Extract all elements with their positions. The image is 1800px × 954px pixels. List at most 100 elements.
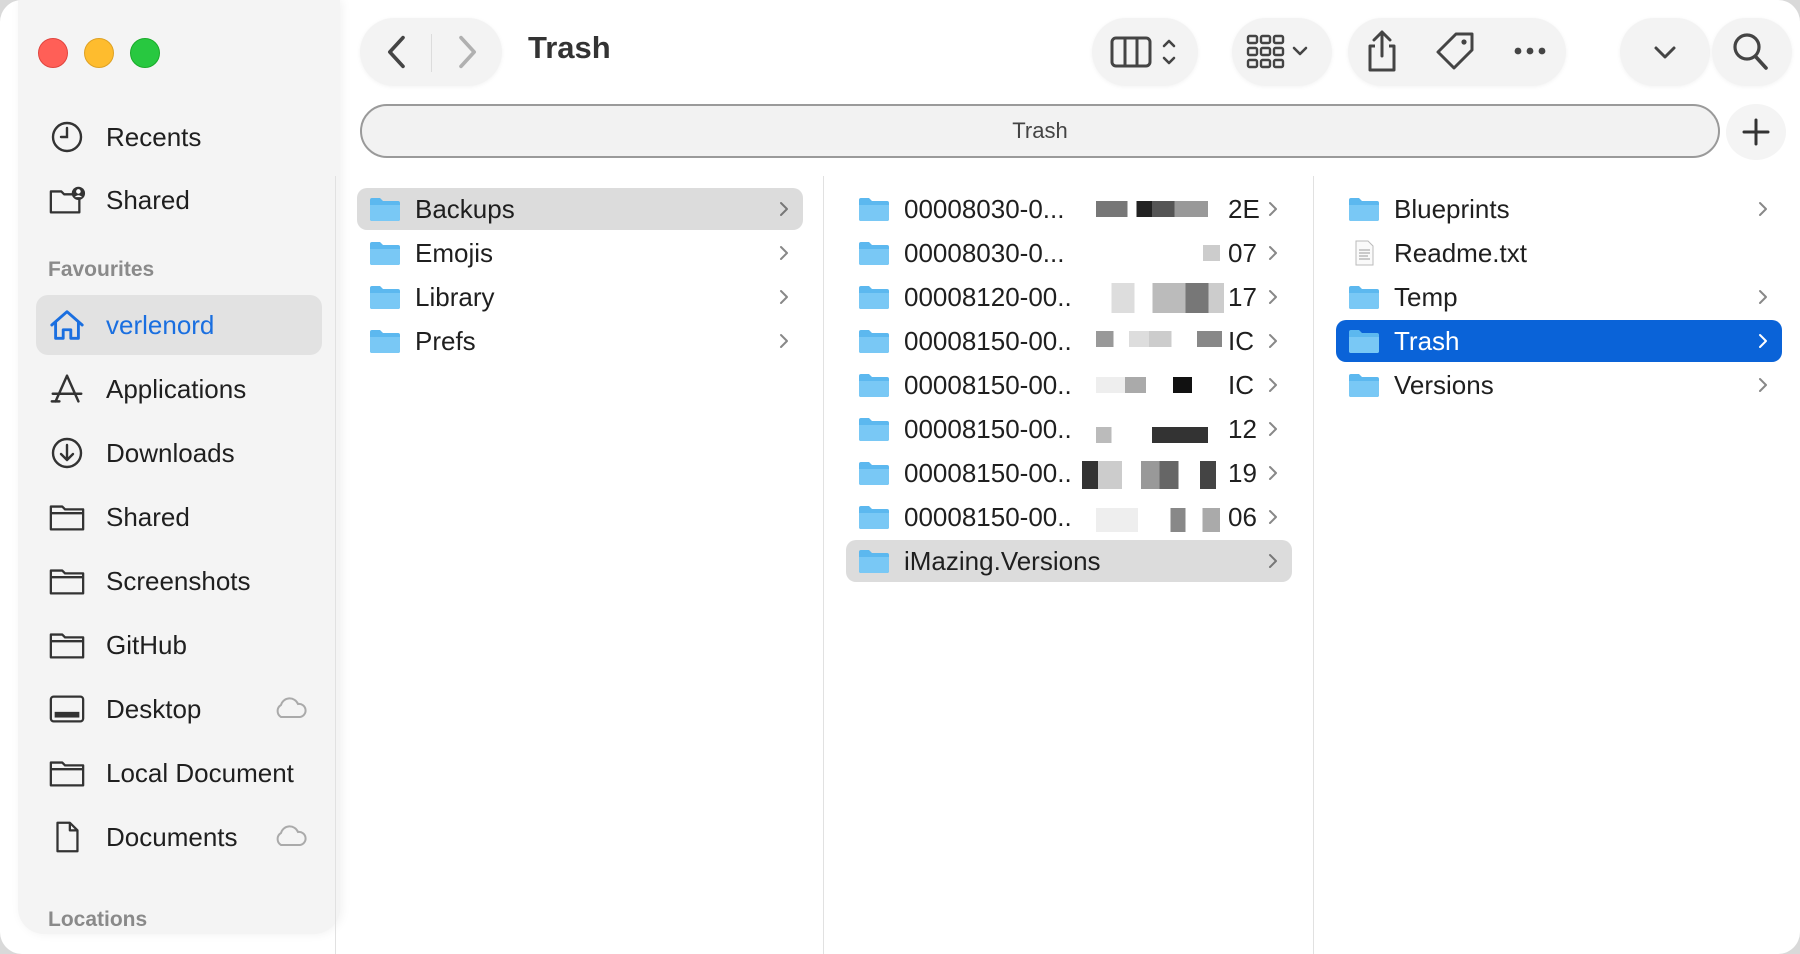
sidebar-item-shared-folder[interactable]: Shared — [36, 487, 322, 547]
list-item-label: 00008150-00.. — [904, 457, 1072, 488]
chevron-right-icon — [1759, 334, 1767, 348]
sidebar-item-documents[interactable]: Documents — [36, 807, 322, 867]
document-icon — [46, 819, 88, 855]
chevron-right-icon — [780, 202, 788, 216]
folder-icon — [859, 198, 889, 221]
folder-icon — [1349, 198, 1379, 221]
list-item-label: Versions — [1394, 369, 1494, 400]
list-item-label: Backups — [415, 193, 515, 224]
redacted-suffix: 12 — [1228, 414, 1257, 444]
sidebar-item-shared[interactable]: Shared — [36, 170, 322, 230]
list-item-device-backup[interactable]: 00008120-00.. — [846, 276, 1292, 318]
add-tab-button[interactable] — [1726, 104, 1786, 160]
group-by-button[interactable] — [1244, 32, 1320, 72]
forward-button[interactable] — [450, 34, 484, 70]
folder-icon — [859, 242, 889, 265]
folder-icon — [370, 242, 400, 265]
folder-icon — [859, 374, 889, 397]
sidebar-item-github[interactable]: GitHub — [36, 615, 322, 675]
list-item-label: Blueprints — [1394, 193, 1510, 224]
grid-icon — [1246, 34, 1308, 69]
folder-icon — [46, 563, 88, 599]
sidebar-item-recents[interactable]: Recents — [36, 107, 322, 167]
finder-window: Recents Shared Favourites verlenord Appl… — [0, 0, 1800, 954]
window-title: Trash — [528, 30, 611, 65]
list-item-readme[interactable]: Readme.txt — [1336, 232, 1782, 274]
list-item-label: Emojis — [415, 237, 494, 268]
list-item-label: Library — [415, 281, 495, 312]
minimize-window-button[interactable] — [84, 38, 114, 68]
list-item-label: 00008150-00.. — [904, 501, 1072, 532]
column-divider — [335, 176, 336, 954]
list-item-temp[interactable]: Temp — [1336, 276, 1782, 318]
folder-icon — [370, 330, 400, 353]
chevron-right-icon — [1269, 290, 1277, 304]
sidebar-item-local-document[interactable]: Local Document — [36, 743, 322, 803]
redacted-suffix: IC — [1228, 370, 1254, 400]
list-item-device-backup[interactable]: 00008030-0... — [846, 232, 1292, 274]
sidebar-item-label: GitHub — [106, 629, 187, 660]
chevron-right-icon — [1269, 202, 1277, 216]
folder-icon — [1349, 374, 1379, 397]
icloud-icon — [272, 823, 308, 849]
list-item-library[interactable]: Library — [357, 276, 803, 318]
sidebar-item-verlenord[interactable]: verlenord — [36, 295, 322, 355]
sidebar-item-downloads[interactable]: Downloads — [36, 423, 322, 483]
redacted-suffix: 06 — [1228, 502, 1257, 532]
chevron-right-icon — [1269, 466, 1277, 480]
close-window-button[interactable] — [38, 38, 68, 68]
list-item-prefs[interactable]: Prefs — [357, 320, 803, 362]
folder-icon — [1349, 330, 1379, 353]
list-item-versions[interactable]: Versions — [1336, 364, 1782, 406]
sidebar: Recents Shared Favourites verlenord Appl… — [18, 0, 340, 934]
list-item-backups[interactable]: Backups — [357, 188, 803, 230]
list-item-device-backup[interactable]: 00008150-00.. — [846, 320, 1292, 362]
back-button[interactable] — [380, 34, 414, 70]
sidebar-item-applications[interactable]: Applications — [36, 359, 322, 419]
home-icon — [46, 307, 88, 343]
sidebar-item-screenshots[interactable]: Screenshots — [36, 551, 322, 611]
path-bar[interactable]: Trash — [360, 104, 1720, 158]
chevron-right-icon — [1759, 378, 1767, 392]
list-item-imazing-versions[interactable]: iMazing.Versions — [846, 540, 1292, 582]
list-item-trash[interactable]: Trash — [1336, 320, 1782, 362]
list-item-label: iMazing.Versions — [904, 545, 1101, 576]
chevron-right-icon — [780, 290, 788, 304]
redacted-suffix: 19 — [1228, 458, 1257, 488]
column-view-button[interactable] — [1108, 32, 1184, 72]
favourites-heading: Favourites — [48, 258, 155, 281]
redacted-suffix: 17 — [1228, 282, 1257, 312]
column-divider — [1313, 176, 1314, 954]
shared-folder-icon — [46, 182, 88, 218]
applications-icon — [46, 371, 88, 407]
search-button[interactable] — [1730, 30, 1770, 72]
sidebar-item-label: Shared — [106, 184, 190, 215]
redacted-suffix: 07 — [1228, 238, 1257, 268]
list-item-device-backup[interactable]: 00008150-00.. — [846, 452, 1292, 494]
share-button[interactable] — [1362, 28, 1402, 74]
zoom-window-button[interactable] — [130, 38, 160, 68]
sidebar-item-label: Applications — [106, 373, 247, 404]
folder-icon — [859, 506, 889, 529]
list-item-device-backup[interactable]: 00008150-00.. — [846, 496, 1292, 538]
list-item-blueprints[interactable]: Blueprints — [1336, 188, 1782, 230]
redacted-suffix: IC — [1228, 326, 1254, 356]
list-item-label: 00008150-00.. — [904, 413, 1072, 444]
list-item-device-backup[interactable]: 00008030-0... — [846, 188, 1292, 230]
locations-heading: Locations — [48, 908, 148, 931]
sidebar-item-desktop[interactable]: Desktop — [36, 679, 322, 739]
view-options-dropdown[interactable] — [1650, 38, 1680, 66]
list-item-label: Trash — [1394, 325, 1460, 356]
list-item-label: Prefs — [415, 325, 476, 356]
column-view-icon — [1110, 36, 1176, 68]
tag-button[interactable] — [1434, 30, 1476, 72]
chevron-right-icon — [1269, 334, 1277, 348]
list-item-device-backup[interactable]: 00008150-00.. — [846, 408, 1292, 450]
list-item-device-backup[interactable]: 00008150-00.. — [846, 364, 1292, 406]
sidebar-item-label: Documents — [106, 821, 238, 852]
more-actions-button[interactable] — [1510, 36, 1550, 66]
icloud-icon — [272, 695, 308, 721]
chevron-right-icon — [1269, 422, 1277, 436]
list-item-emojis[interactable]: Emojis — [357, 232, 803, 274]
chevron-right-icon — [780, 334, 788, 348]
